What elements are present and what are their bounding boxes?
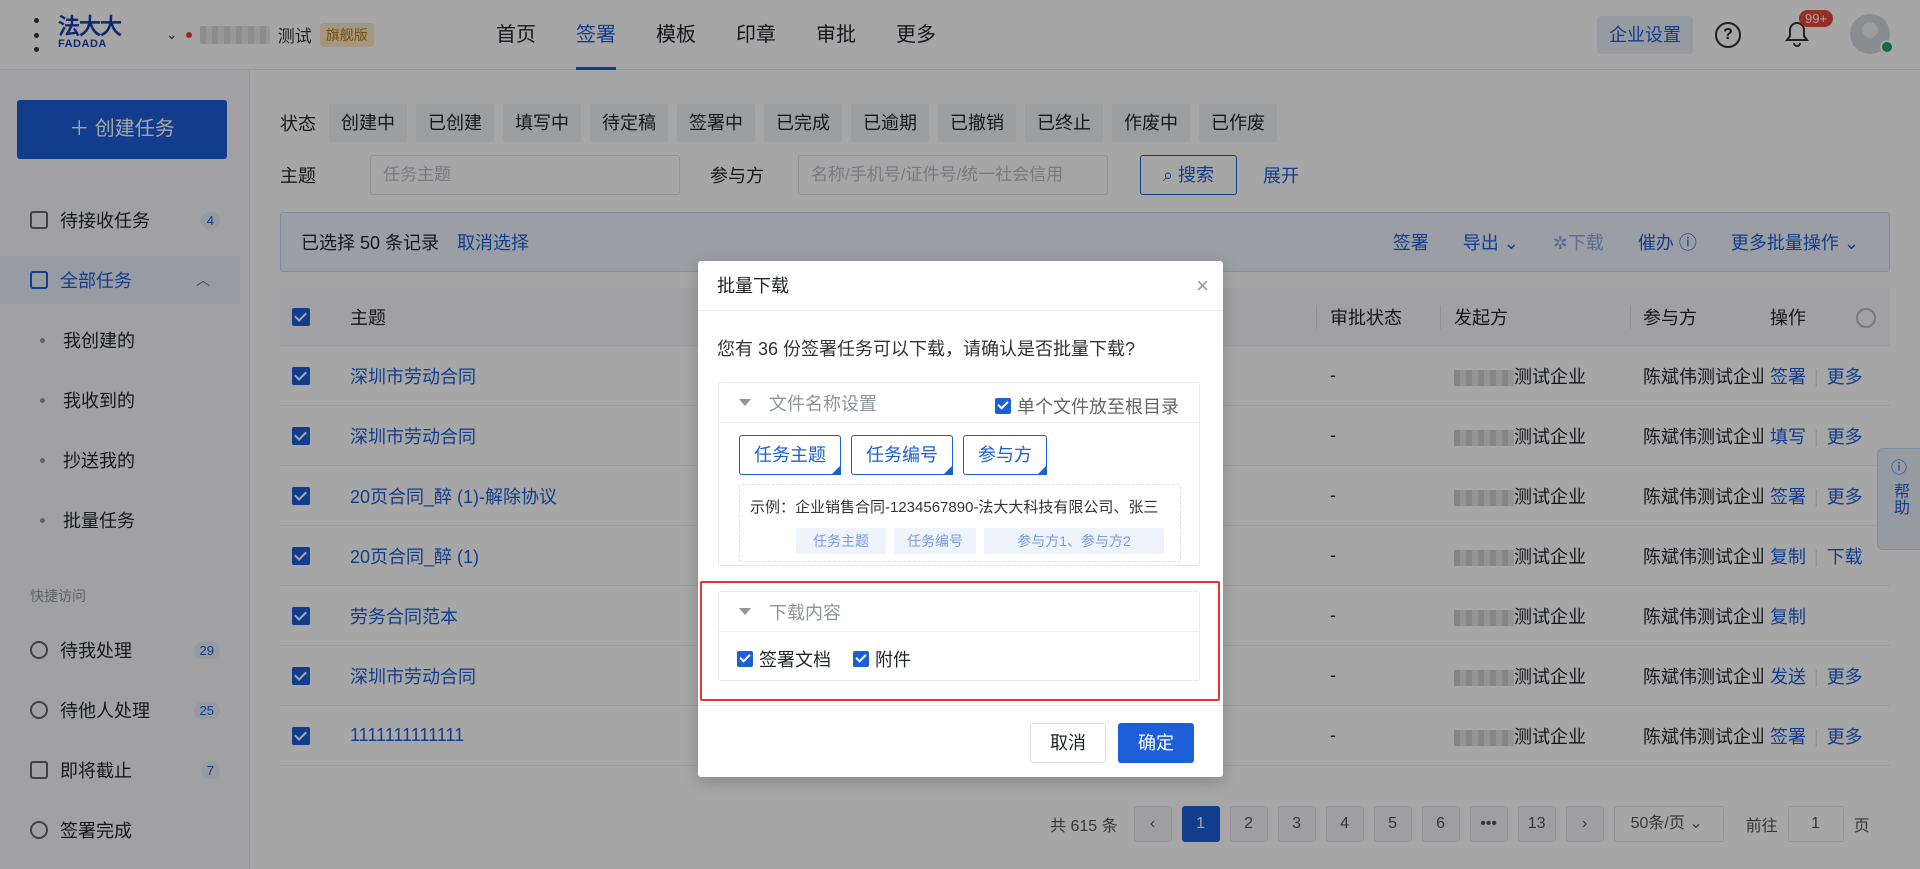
dialog-footer: 取消 确定 <box>698 705 1223 777</box>
close-icon[interactable]: × <box>1196 261 1209 311</box>
dialog-message: 您有 36 份签署任务可以下载，请确认是否批量下载? <box>717 339 1136 359</box>
highlight-box <box>700 581 1220 701</box>
root-directory-option[interactable]: 单个文件放至根目录 <box>995 393 1179 419</box>
name-tag-subject[interactable]: 任务主题 <box>739 435 841 475</box>
filename-settings-section: 文件名称设置 单个文件放至根目录 任务主题 任务编号 参与方 示例：企业销售合同… <box>718 382 1200 566</box>
name-tags: 任务主题 任务编号 参与方 <box>739 435 1047 475</box>
collapse-triangle-icon <box>739 399 751 406</box>
filename-example: 示例：企业销售合同-1234567890-法大大科技有限公司、张三 任务主题 任… <box>739 484 1181 562</box>
name-tag-participant[interactable]: 参与方 <box>963 435 1047 475</box>
dialog-header: 批量下载 × <box>698 261 1223 311</box>
dialog-title: 批量下载 <box>717 276 789 296</box>
confirm-button[interactable]: 确定 <box>1118 723 1194 763</box>
filename-section-header[interactable]: 文件名称设置 单个文件放至根目录 <box>719 383 1199 423</box>
root-directory-checkbox[interactable] <box>995 398 1011 414</box>
cancel-button[interactable]: 取消 <box>1030 723 1106 763</box>
name-tag-number[interactable]: 任务编号 <box>851 435 953 475</box>
batch-download-dialog: 批量下载 × 您有 36 份签署任务可以下载，请确认是否批量下载? 文件名称设置… <box>698 261 1223 777</box>
